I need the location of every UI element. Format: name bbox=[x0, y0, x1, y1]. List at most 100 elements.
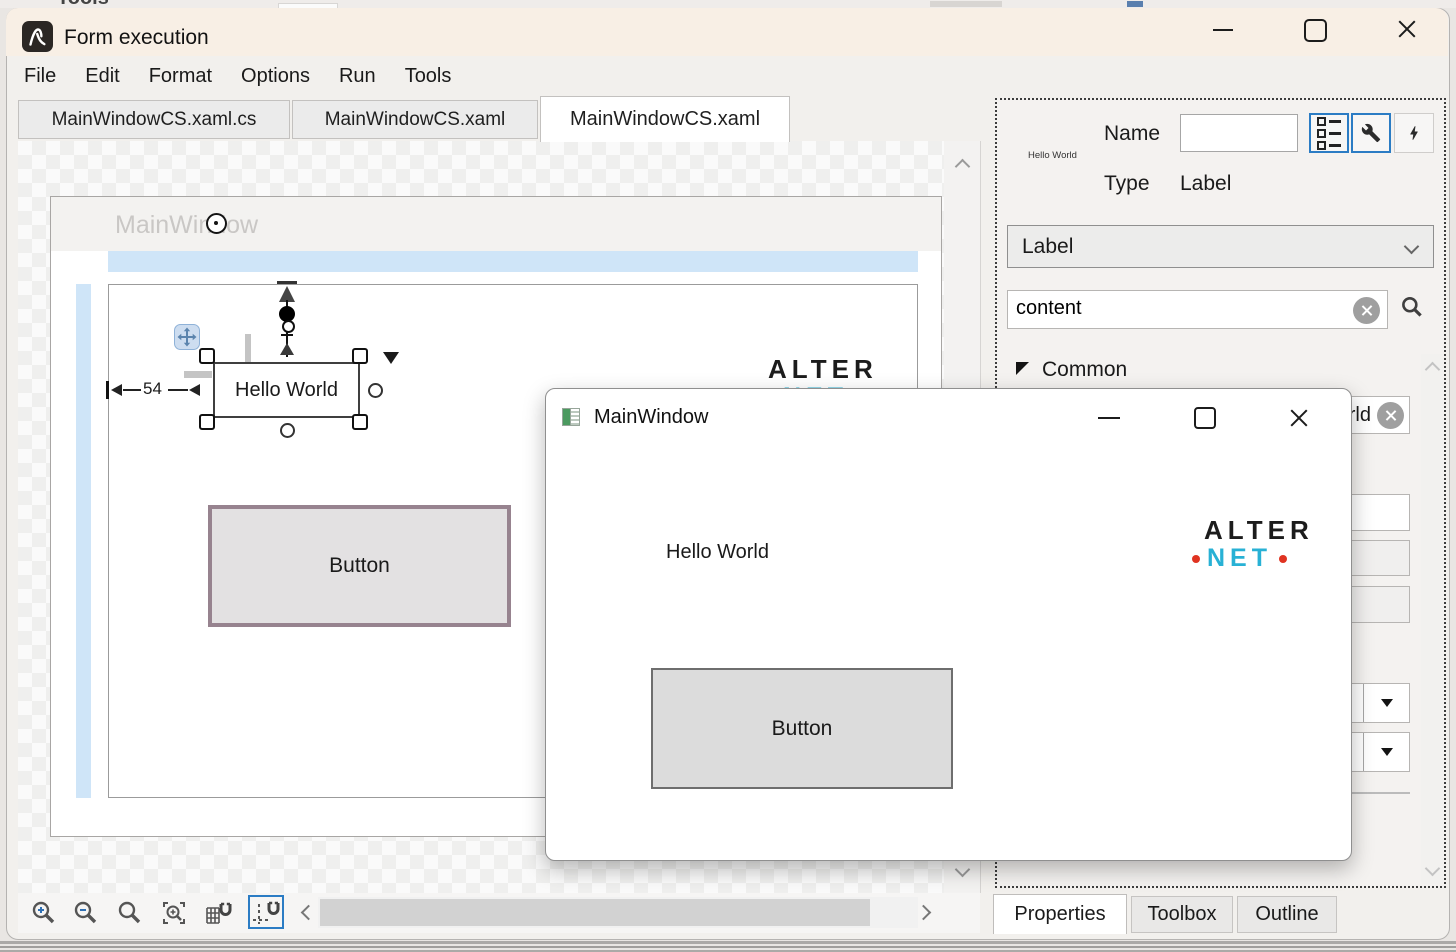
menu-format[interactable]: Format bbox=[149, 65, 212, 88]
search-icon[interactable] bbox=[1398, 294, 1426, 327]
dimension-tick bbox=[106, 381, 109, 399]
tab-label: MainWindowCS.xaml bbox=[325, 109, 506, 131]
dropdown-chevron-icon bbox=[1404, 239, 1420, 255]
search-clear-button[interactable] bbox=[1353, 297, 1380, 324]
anchor-pin-cross bbox=[281, 334, 293, 336]
text-clear-button[interactable] bbox=[1377, 402, 1404, 429]
scroll-up-icon[interactable] bbox=[955, 159, 971, 175]
close-icon bbox=[1288, 407, 1310, 429]
events-button[interactable] bbox=[1394, 113, 1434, 153]
selection-bar-horizontal bbox=[108, 251, 918, 272]
menu-tools[interactable]: Tools bbox=[405, 65, 452, 88]
resize-handle-bottom[interactable] bbox=[280, 423, 295, 438]
combo-drop-button[interactable] bbox=[1363, 684, 1409, 722]
resize-handle-top-left[interactable] bbox=[199, 348, 215, 364]
resize-handle-bottom-left[interactable] bbox=[199, 414, 215, 430]
tab-mainwindowcs-xaml[interactable]: MainWindowCS.xaml bbox=[292, 100, 538, 139]
dimension-arrow-icon bbox=[189, 384, 200, 396]
logo-net: NET bbox=[1207, 546, 1272, 571]
name-label: Name bbox=[1104, 122, 1160, 146]
background-window-bottom-line bbox=[0, 941, 1456, 944]
tab-properties[interactable]: Properties bbox=[993, 894, 1127, 934]
panel-vertical-scrollbar[interactable] bbox=[1421, 354, 1443, 884]
tab-outline[interactable]: Outline bbox=[1237, 896, 1337, 933]
maximize-button[interactable] bbox=[1304, 19, 1327, 42]
tab-label: MainWindowCS.xaml bbox=[570, 108, 760, 131]
menubar: File Edit Format Options Run Tools bbox=[6, 56, 1448, 96]
margin-mark bbox=[245, 334, 251, 362]
runtime-button-text: Button bbox=[772, 717, 833, 741]
search-input[interactable] bbox=[1008, 291, 1338, 326]
hscroll-thumb[interactable] bbox=[320, 899, 870, 926]
menu-options[interactable]: Options bbox=[241, 65, 310, 88]
type-label: Type bbox=[1104, 172, 1150, 196]
background-fragment bbox=[930, 1, 1002, 7]
designer-toolbar bbox=[18, 893, 980, 933]
zoom-out-button[interactable] bbox=[70, 897, 102, 929]
search-box[interactable] bbox=[1007, 290, 1388, 329]
resize-handle-top-right[interactable] bbox=[352, 348, 368, 364]
breakpoint-marker-icon[interactable] bbox=[206, 213, 227, 234]
designer-logo-alter: ALTER bbox=[768, 356, 878, 382]
margin-mark bbox=[184, 371, 212, 378]
panel-scroll-down-icon[interactable] bbox=[1425, 861, 1441, 877]
tab-mainwindowcs-xaml-cs[interactable]: MainWindowCS.xaml.cs bbox=[18, 100, 290, 139]
resize-handle-bottom-right[interactable] bbox=[352, 414, 368, 430]
scroll-down-icon[interactable] bbox=[955, 862, 971, 878]
runtime-button[interactable]: Button bbox=[651, 668, 953, 789]
runtime-window[interactable]: MainWindow Hello World ALTER NET Button bbox=[545, 388, 1352, 861]
anchor-pin-ring bbox=[282, 320, 295, 333]
zoom-fit-button[interactable] bbox=[158, 897, 190, 929]
designer-button[interactable]: Button bbox=[208, 505, 511, 627]
designer-horizontal-scrollbar[interactable] bbox=[318, 897, 918, 928]
menu-edit[interactable]: Edit bbox=[85, 65, 119, 88]
type-value: Label bbox=[1180, 172, 1231, 196]
snap-to-grid-button[interactable] bbox=[202, 897, 234, 929]
zoom-in-button[interactable] bbox=[28, 897, 60, 929]
runtime-label: Hello World bbox=[666, 541, 769, 564]
dimension-line bbox=[123, 389, 141, 391]
smart-tag-dropdown-icon[interactable] bbox=[383, 352, 399, 364]
dimension-arrow-icon bbox=[111, 384, 122, 396]
categorized-icon bbox=[1317, 117, 1341, 150]
app-title: Form execution bbox=[64, 26, 209, 50]
runtime-maximize-button[interactable] bbox=[1194, 407, 1216, 429]
tab-label: Outline bbox=[1255, 903, 1318, 926]
snap-to-guides-button[interactable] bbox=[248, 895, 284, 929]
zoom-reset-button[interactable] bbox=[114, 897, 146, 929]
background-menu-tools: Tools bbox=[57, 0, 109, 8]
class-selector-dropdown[interactable]: Label bbox=[1007, 225, 1434, 268]
logo-dot bbox=[1192, 555, 1200, 563]
tab-label: Toolbox bbox=[1148, 903, 1217, 926]
anchor-arrow-small-icon bbox=[280, 343, 294, 355]
resize-handle-right[interactable] bbox=[368, 383, 383, 398]
categorized-view-button[interactable] bbox=[1309, 113, 1349, 153]
runtime-minimize-button[interactable] bbox=[1098, 417, 1120, 419]
menu-file[interactable]: File bbox=[24, 65, 56, 88]
logo-alter: ALTER bbox=[1204, 517, 1314, 543]
app-titlebar[interactable]: Form execution bbox=[6, 8, 1448, 56]
lightning-icon bbox=[1405, 122, 1423, 144]
runtime-close-button[interactable] bbox=[1288, 407, 1310, 429]
panel-scroll-up-icon[interactable] bbox=[1425, 362, 1441, 378]
properties-wrench-button[interactable] bbox=[1351, 113, 1391, 153]
name-input[interactable] bbox=[1180, 114, 1298, 152]
close-icon bbox=[1396, 18, 1418, 40]
background-window-top: Tools bbox=[0, 0, 1456, 8]
hscroll-right-icon[interactable] bbox=[916, 905, 932, 921]
combo-drop-button[interactable] bbox=[1363, 733, 1409, 771]
designer-label-text: Hello World bbox=[235, 379, 338, 402]
background-window-bottom-line bbox=[0, 946, 1456, 949]
tab-toolbox[interactable]: Toolbox bbox=[1131, 896, 1233, 933]
close-button[interactable] bbox=[1396, 18, 1418, 40]
category-expander-icon[interactable] bbox=[1016, 362, 1029, 375]
hscroll-left-icon[interactable] bbox=[301, 905, 317, 921]
minimize-button[interactable] bbox=[1213, 29, 1233, 31]
category-common[interactable]: Common bbox=[1042, 358, 1127, 382]
dimension-line bbox=[168, 389, 188, 391]
designer-label-hello-world[interactable]: Hello World bbox=[213, 362, 360, 418]
tab-mainwindowcs-xaml-active[interactable]: MainWindowCS.xaml bbox=[540, 96, 790, 142]
tab-label: MainWindowCS.xaml.cs bbox=[52, 109, 257, 131]
move-handle-icon[interactable] bbox=[174, 324, 200, 355]
menu-run[interactable]: Run bbox=[339, 65, 376, 88]
